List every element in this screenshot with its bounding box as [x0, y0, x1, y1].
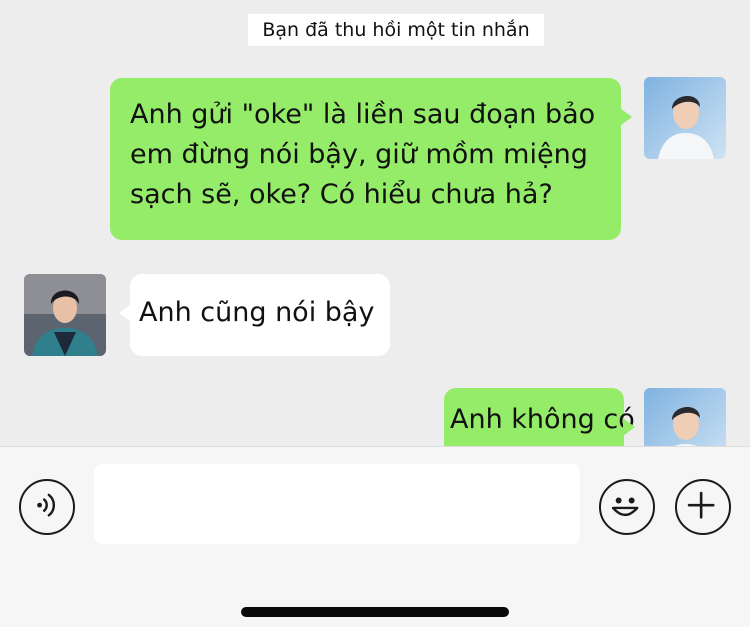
- input-bar: [0, 446, 750, 627]
- voice-button[interactable]: [19, 479, 75, 535]
- plus-icon: [687, 491, 715, 519]
- contact-avatar[interactable]: [24, 274, 106, 356]
- message-text: Anh cũng nói bậy: [139, 297, 375, 328]
- more-button[interactable]: [675, 479, 731, 535]
- chat-area: Bạn đã thu hồi một tin nhắn Anh gửi "oke…: [0, 0, 750, 446]
- my-avatar[interactable]: [644, 388, 726, 446]
- home-indicator[interactable]: [241, 607, 509, 617]
- message-bubble-incoming[interactable]: Anh cũng nói bậy: [119, 274, 390, 356]
- message-line: em đừng nói bậy, giữ mồm miệng: [130, 139, 588, 170]
- my-avatar[interactable]: [644, 77, 726, 159]
- message-bubble-outgoing[interactable]: Anh gửi "oke" là liền sau đoạn bảo em đừ…: [110, 78, 632, 240]
- emoji-button[interactable]: [599, 479, 655, 535]
- voice-icon: [37, 493, 56, 517]
- message-bubble-outgoing[interactable]: Anh không có: [444, 388, 635, 446]
- message-input[interactable]: [94, 464, 580, 544]
- recall-notice: Bạn đã thu hồi một tin nhắn: [248, 14, 544, 46]
- emoji-icon: [611, 497, 639, 517]
- message-line: sạch sẽ, oke? Có hiểu chưa hả?: [130, 179, 553, 210]
- avatar-image: [644, 388, 726, 446]
- message-line: Anh gửi "oke" là liền sau đoạn bảo: [130, 99, 596, 130]
- message-text: Anh không có: [450, 404, 635, 435]
- avatar-image: [644, 77, 726, 159]
- avatar-image: [24, 274, 106, 356]
